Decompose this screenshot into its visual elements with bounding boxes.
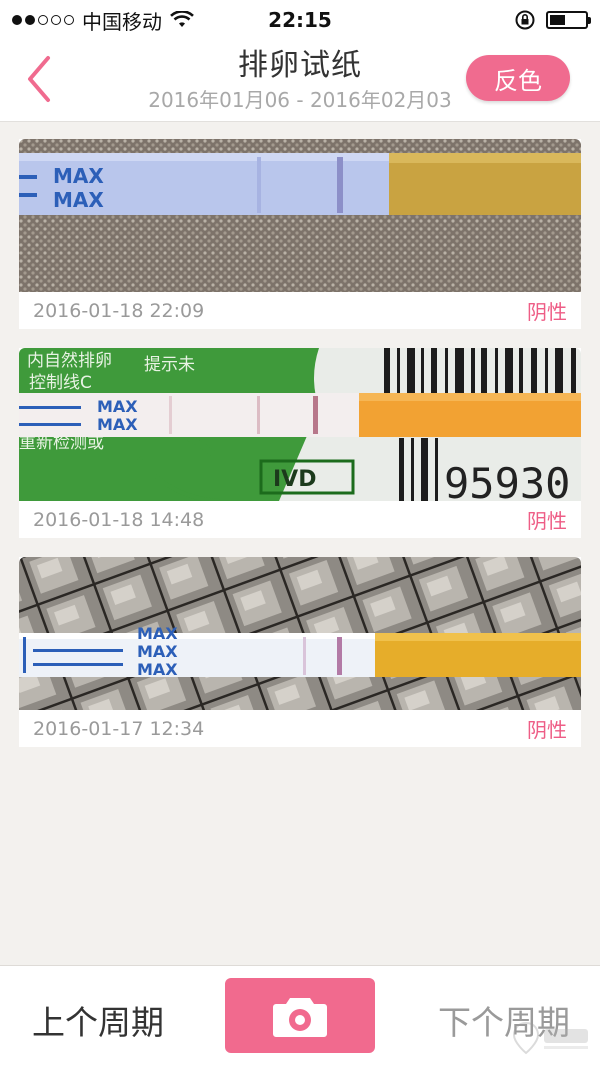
record-datetime: 2016-01-17 12:34 [33, 717, 205, 740]
strip-text-max: MAX [53, 164, 104, 188]
strip-text-max: MAX [137, 624, 178, 643]
nav-title-group: 排卵试纸 2016年01月06 - 2016年02月03 [100, 46, 500, 114]
test-strip-image: MAX MAX MAX [19, 557, 581, 710]
status-right [514, 9, 591, 31]
list-item[interactable]: MAX MAX 2016-01-18 22:09 阴性 [19, 139, 581, 329]
packaging-text: 控制线C [29, 373, 92, 393]
record-result: 阴性 [527, 300, 567, 324]
previous-cycle-button[interactable]: 上个周期 [32, 996, 164, 1044]
test-strip-image: MAX MAX [19, 139, 581, 292]
camera-icon [273, 997, 327, 1037]
status-left: 中国移动 [12, 6, 194, 35]
strip-text-max: MAX [53, 188, 104, 212]
packaging-text: IVD [273, 467, 316, 492]
record-footer: 2016-01-17 12:34 阴性 [19, 710, 581, 747]
nav-bar: 排卵试纸 2016年01月06 - 2016年02月03 反色 [0, 40, 600, 122]
test-strip-image: 内自然排卵 提示未 控制线C 重新检测或 MAX MAX IVD 95930 [19, 348, 581, 501]
strip-text-max: MAX [137, 642, 178, 661]
page-title: 排卵试纸 [238, 48, 362, 83]
list-item[interactable]: MAX MAX MAX 2016-01-17 12:34 阴性 [19, 557, 581, 747]
date-range: 2016年01月06 - 2016年02月03 [148, 88, 452, 112]
signal-strength-icon [12, 15, 74, 25]
status-bar: 中国移动 22:15 [0, 0, 600, 40]
strip-text-max: MAX [97, 415, 138, 434]
record-footer: 2016-01-18 22:09 阴性 [19, 292, 581, 329]
battery-icon [546, 11, 591, 29]
test-strip-photo[interactable]: MAX MAX [19, 139, 581, 292]
strip-text-max: MAX [137, 660, 178, 679]
packaging-text: 内自然排卵 [27, 351, 112, 371]
record-result: 阴性 [527, 718, 567, 742]
invert-color-button[interactable]: 反色 [466, 55, 570, 101]
record-datetime: 2016-01-18 14:48 [33, 508, 205, 531]
packaging-text: 95930 [444, 459, 570, 501]
rotation-lock-icon [515, 10, 535, 30]
strip-text-max: MAX [97, 397, 138, 416]
test-strip-list: MAX MAX 2016-01-18 22:09 阴性 内自然排卵 提示未 控制… [19, 139, 581, 766]
record-footer: 2016-01-18 14:48 阴性 [19, 501, 581, 538]
carrier-name: 中国移动 [82, 9, 162, 34]
list-item[interactable]: 内自然排卵 提示未 控制线C 重新检测或 MAX MAX IVD 95930 2 [19, 348, 581, 538]
record-result: 阴性 [527, 509, 567, 533]
record-datetime: 2016-01-18 22:09 [33, 299, 205, 322]
camera-button[interactable] [225, 978, 375, 1053]
packaging-text: 提示未 [144, 355, 195, 375]
wifi-icon [170, 11, 194, 27]
bottom-toolbar: 上个周期 下个周期 [0, 965, 600, 1065]
test-strip-photo[interactable]: MAX MAX MAX [19, 557, 581, 710]
chevron-left-icon [28, 56, 50, 102]
test-strip-photo[interactable]: 内自然排卵 提示未 控制线C 重新检测或 MAX MAX IVD 95930 [19, 348, 581, 501]
back-button[interactable] [20, 54, 60, 104]
watermark-logo-icon [512, 1021, 588, 1055]
